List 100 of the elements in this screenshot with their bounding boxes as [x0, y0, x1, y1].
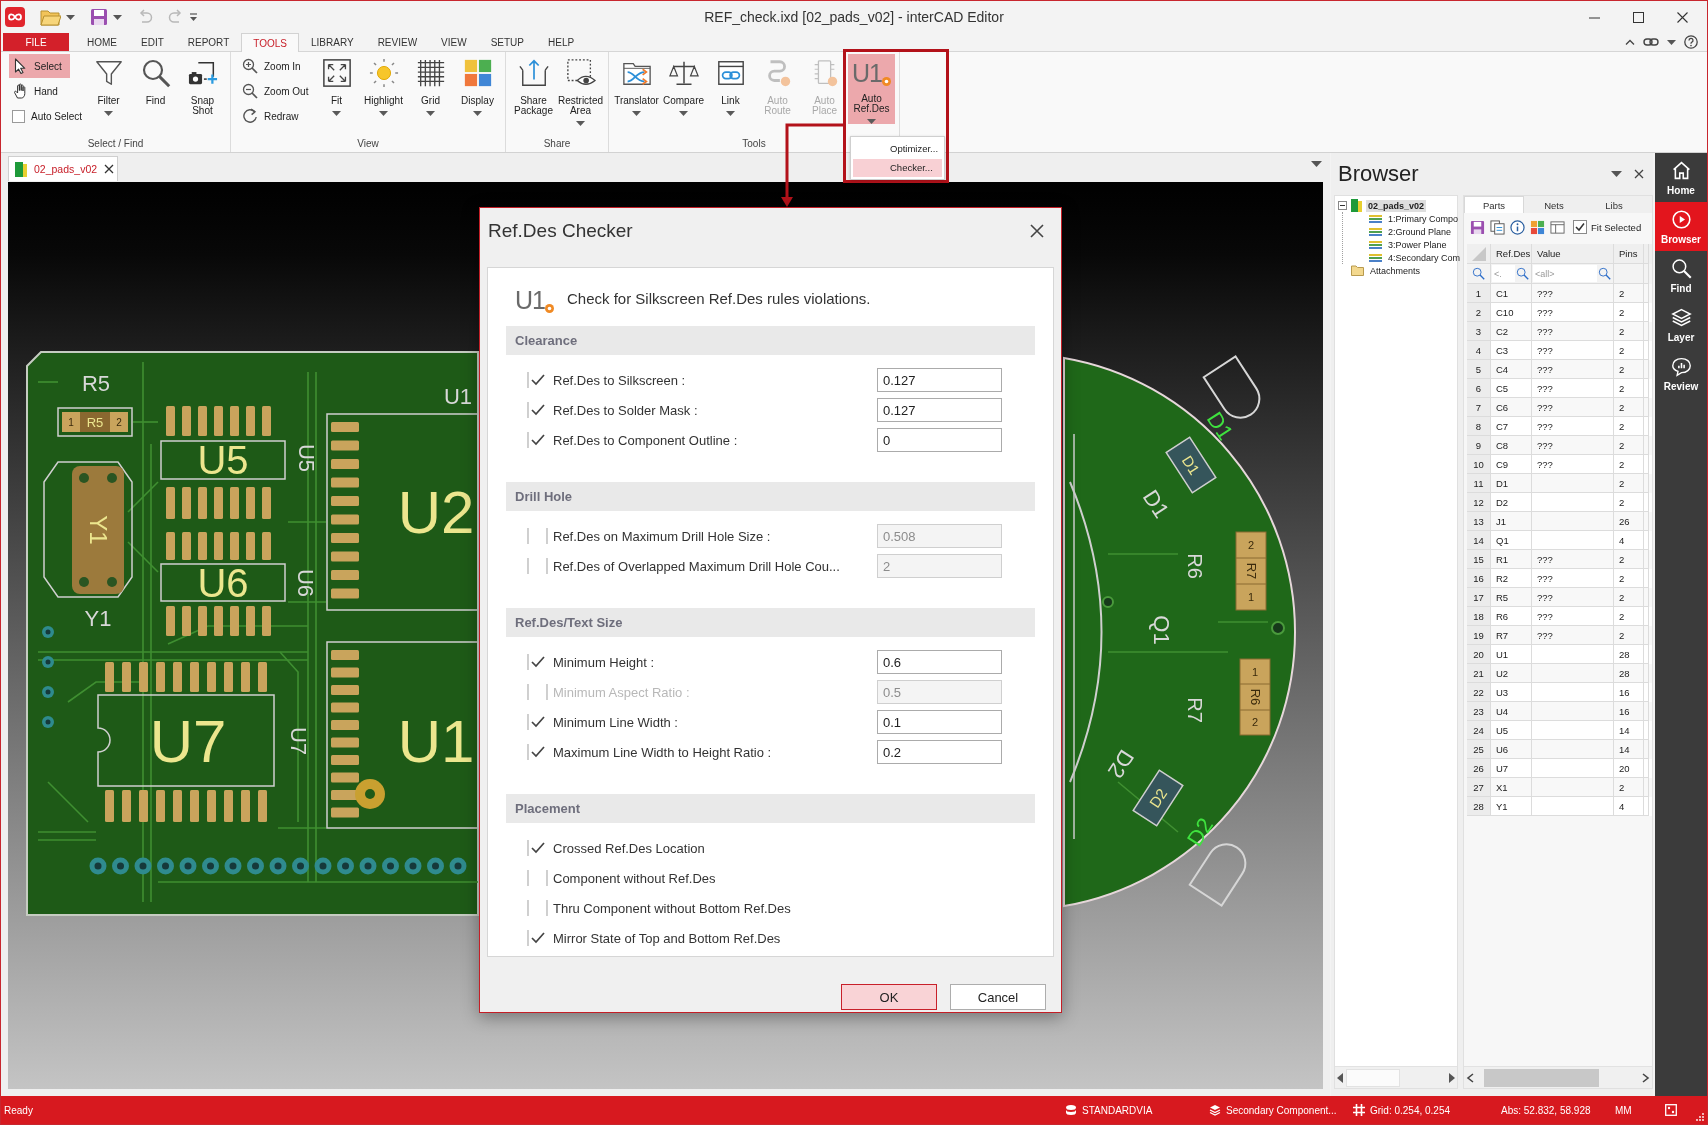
panel-tab[interactable]: Libs [1584, 196, 1644, 213]
filter-field[interactable]: <. [1492, 265, 1515, 282]
ok-button[interactable]: OK [841, 984, 937, 1010]
checkbox-label[interactable]: Auto Select [31, 110, 83, 122]
caret-icon[interactable] [1311, 161, 1322, 167]
checkbox[interactable] [527, 556, 548, 576]
menu-item[interactable]: Checker... [853, 158, 942, 177]
table-row[interactable]: 24 U5 14 [1467, 721, 1652, 740]
table-row[interactable]: 26 U7 20 [1467, 759, 1652, 778]
layout-icon[interactable] [1550, 219, 1565, 235]
folder-icon[interactable] [40, 8, 61, 26]
ribbon-tab[interactable]: TOOLS [241, 33, 299, 52]
table-row[interactable]: 6 C5 ??? 2 [1467, 379, 1652, 398]
value-field[interactable]: 0.127 [877, 398, 1002, 422]
table-row[interactable]: 5 C4 ??? 2 [1467, 360, 1652, 379]
table-row[interactable]: 4 C3 ??? 2 [1467, 341, 1652, 360]
caret-bar-icon[interactable] [189, 12, 198, 22]
ribbon-button[interactable]: Redraw [239, 104, 303, 128]
checkbox[interactable] [527, 838, 548, 858]
ribbon-button[interactable]: Zoom In [239, 54, 305, 78]
ribbon-button[interactable]: Select [9, 54, 70, 78]
ribbon-button[interactable]: Highlight [360, 54, 407, 124]
horizontal-scrollbar[interactable] [1335, 1066, 1457, 1088]
scrollbar-thumb[interactable] [1484, 1068, 1599, 1087]
tree-item[interactable]: 4:Secondary Com [1386, 251, 1463, 264]
document-tab[interactable]: 02_pads_v02 [8, 156, 118, 181]
table-row[interactable]: 16 R2 ??? 2 [1467, 569, 1652, 588]
nav-item[interactable]: Layer [1655, 300, 1707, 349]
ribbon-tab[interactable]: VIEW [429, 33, 479, 51]
table-row[interactable]: 27 X1 2 [1467, 778, 1652, 797]
search-icon[interactable] [1598, 267, 1611, 280]
cancel-button[interactable]: Cancel [950, 984, 1046, 1010]
checkbox[interactable] [527, 652, 548, 672]
checkbox[interactable] [12, 109, 25, 123]
checkbox[interactable] [527, 898, 548, 918]
checkbox-label[interactable]: Fit Selected [1591, 221, 1642, 233]
ribbon-tab[interactable]: REVIEW [365, 33, 430, 51]
search-icon[interactable] [1516, 267, 1529, 280]
table-row[interactable]: 28 Y1 4 [1467, 797, 1652, 816]
table-row[interactable]: 22 U3 16 [1467, 683, 1652, 702]
checkbox[interactable] [527, 430, 548, 450]
ribbon-button[interactable]: Fit [313, 54, 360, 124]
scroll-right-icon[interactable] [1642, 1072, 1650, 1083]
table-row[interactable]: 1 C1 ??? 2 [1467, 284, 1652, 303]
scroll-left-icon[interactable] [1466, 1072, 1474, 1083]
table-row[interactable]: 11 D1 2 [1467, 474, 1652, 493]
filter-field[interactable]: <all> [1533, 265, 1597, 282]
table-row[interactable]: 3 C2 ??? 2 [1467, 322, 1652, 341]
table-row[interactable]: 13 J1 26 [1467, 512, 1652, 531]
tree-item[interactable]: 3:Power Plane [1386, 238, 1449, 251]
ribbon-button[interactable]: Translator [613, 54, 660, 124]
close-icon[interactable] [1030, 224, 1044, 238]
table-row[interactable]: 20 U1 28 [1467, 645, 1652, 664]
dice-icon[interactable] [1665, 1104, 1677, 1116]
ribbon-tab[interactable]: LIBRARY [299, 33, 366, 51]
value-field[interactable]: 0.1 [877, 710, 1002, 734]
save-icon[interactable] [1470, 219, 1485, 235]
search-icon[interactable] [1472, 267, 1485, 280]
nav-item[interactable]: Find [1655, 251, 1707, 300]
scroll-right-icon[interactable] [1448, 1072, 1455, 1083]
table-row[interactable]: 17 R5 ??? 2 [1467, 588, 1652, 607]
table-row[interactable]: 8 C7 ??? 2 [1467, 417, 1652, 436]
tree-item[interactable]: Attachments [1368, 264, 1423, 277]
ribbon-tab[interactable]: HOME [75, 33, 129, 51]
ribbon-tab[interactable]: REPORT [175, 33, 242, 51]
table-row[interactable]: 12 D2 2 [1467, 493, 1652, 512]
color-tiles-icon[interactable] [1530, 219, 1545, 235]
help-icon[interactable] [1684, 35, 1698, 49]
value-field[interactable]: 0 [877, 428, 1002, 452]
ribbon-button[interactable]: Zoom Out [239, 79, 313, 103]
maximize-icon[interactable] [1633, 11, 1644, 23]
caret-icon[interactable] [113, 14, 122, 20]
copy-icon[interactable] [1490, 219, 1505, 235]
table-row[interactable]: 10 C9 ??? 2 [1467, 455, 1652, 474]
close-icon[interactable] [1634, 169, 1644, 179]
caret-icon[interactable] [66, 14, 75, 20]
table-row[interactable]: 21 U2 28 [1467, 664, 1652, 683]
ribbon-button[interactable]: Filter [85, 54, 132, 124]
ribbon-tab[interactable]: HELP [536, 33, 587, 51]
ribbon-tab[interactable]: SETUP [478, 33, 536, 51]
caret-icon[interactable] [1611, 171, 1622, 177]
horizontal-scrollbar[interactable] [1464, 1066, 1652, 1088]
checkbox[interactable] [527, 928, 548, 948]
ribbon-button[interactable]: U1 Auto Ref.Des [848, 54, 895, 124]
ribbon-button[interactable]: Hand [9, 79, 62, 103]
table-row[interactable]: 15 R1 ??? 2 [1467, 550, 1652, 569]
checkbox[interactable] [527, 712, 548, 732]
panel-tab[interactable]: Parts [1464, 196, 1524, 213]
ribbon-button[interactable]: Restricted Area [557, 54, 604, 124]
ribbon-button[interactable]: Snap Shot [179, 54, 226, 124]
menu-item[interactable]: Optimizer... [853, 139, 942, 158]
link-icon[interactable] [1643, 36, 1659, 48]
scrollbar-thumb[interactable] [1346, 1068, 1400, 1087]
checkbox[interactable] [527, 868, 548, 888]
ribbon-button[interactable]: Display [454, 54, 501, 124]
ribbon-button[interactable]: Grid [407, 54, 454, 124]
nav-item[interactable]: Home [1655, 153, 1707, 202]
info-icon[interactable] [1510, 219, 1525, 235]
close-icon[interactable] [1677, 11, 1688, 23]
table-row[interactable]: 25 U6 14 [1467, 740, 1652, 759]
